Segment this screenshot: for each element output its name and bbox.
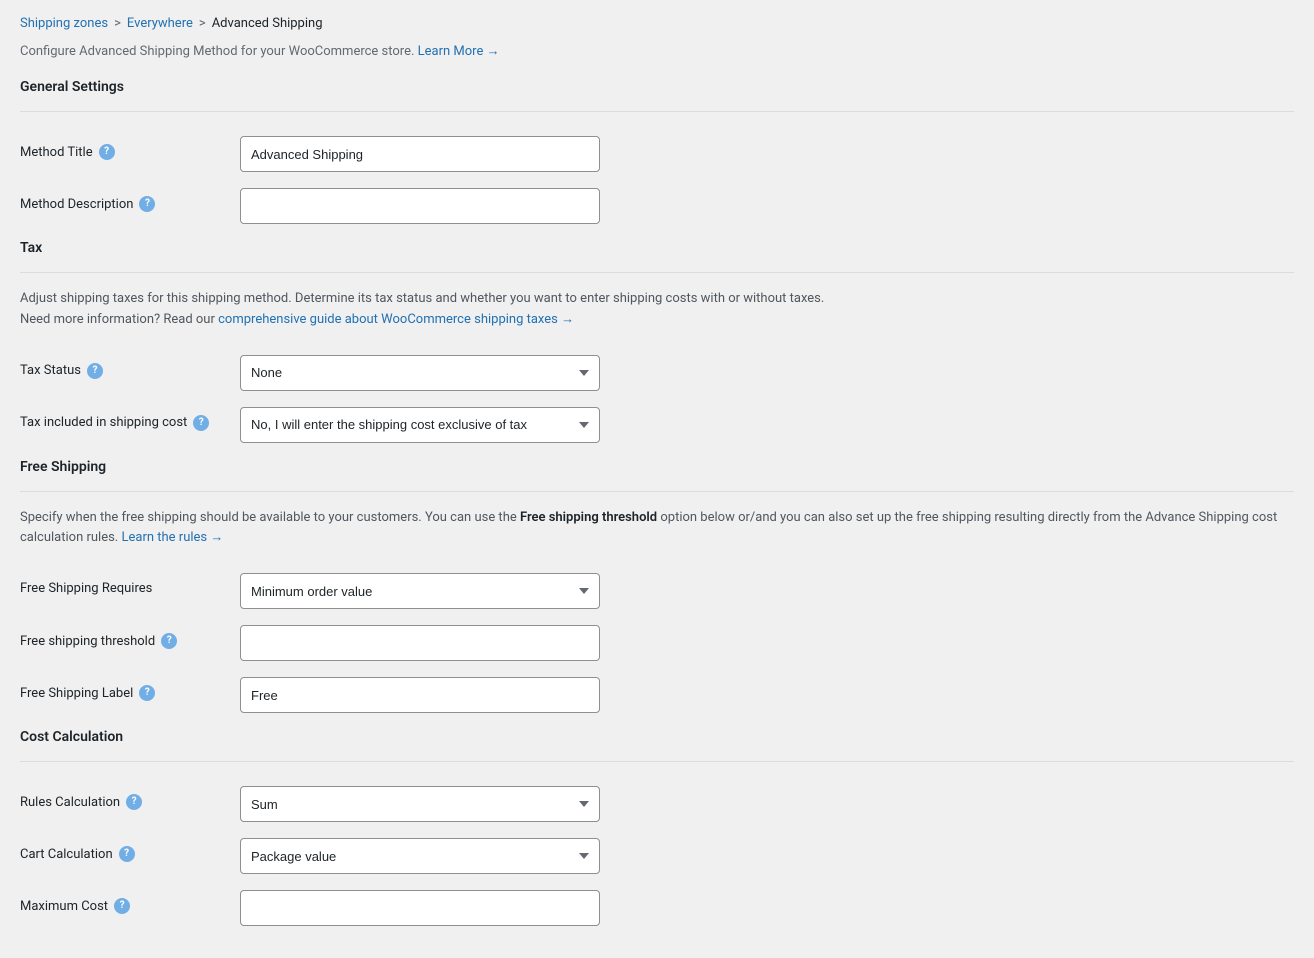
maximum-cost-label: Maximum Cost: [20, 899, 108, 914]
breadcrumb-separator-1: >: [114, 16, 121, 31]
maximum-cost-input[interactable]: [240, 890, 600, 926]
method-description-label-cell: Method Description ?: [20, 188, 240, 212]
free-shipping-requires-label-cell: Free Shipping Requires: [20, 573, 240, 596]
free-shipping-label-label-cell: Free Shipping Label ?: [20, 677, 240, 701]
rules-calculation-field-cell: Sum Average Minimum Maximum: [240, 786, 1294, 822]
method-description-row: Method Description ?: [20, 180, 1294, 232]
general-settings-divider: [20, 111, 1294, 112]
free-shipping-label-field-cell: [240, 677, 1294, 713]
maximum-cost-help-icon[interactable]: ?: [114, 898, 130, 914]
free-shipping-threshold-row: Free shipping threshold ?: [20, 617, 1294, 669]
method-title-help-icon[interactable]: ?: [99, 144, 115, 160]
rules-calculation-help-icon[interactable]: ?: [126, 794, 142, 810]
learn-more-link[interactable]: Learn More →: [418, 44, 500, 59]
tax-status-label: Tax Status: [20, 363, 81, 378]
tax-desc-line2: Need more information? Read our: [20, 312, 215, 327]
maximum-cost-label-cell: Maximum Cost ?: [20, 890, 240, 914]
tax-included-row: Tax included in shipping cost ? No, I wi…: [20, 399, 1294, 451]
tax-desc-line1: Adjust shipping taxes for this shipping …: [20, 291, 824, 306]
tax-included-field-cell: No, I will enter the shipping cost exclu…: [240, 407, 1294, 443]
free-shipping-section: Free Shipping Specify when the free ship…: [20, 459, 1294, 722]
free-shipping-threshold-label-cell: Free shipping threshold ?: [20, 625, 240, 649]
free-shipping-threshold-input[interactable]: [240, 625, 600, 661]
page-subtitle: Configure Advanced Shipping Method for y…: [20, 43, 1294, 59]
general-settings-section: General Settings Method Title ? Method D…: [20, 79, 1294, 232]
free-shipping-label-help-icon[interactable]: ?: [139, 685, 155, 701]
tax-guide-link[interactable]: comprehensive guide about WooCommerce sh…: [218, 312, 574, 327]
free-shipping-desc-bold: Free shipping threshold: [520, 510, 657, 525]
tax-status-row: Tax Status ? None Taxable Not Taxable: [20, 347, 1294, 399]
breadcrumb-current: Advanced Shipping: [212, 16, 323, 31]
tax-section-title: Tax: [20, 240, 1294, 256]
free-shipping-threshold-field-cell: [240, 625, 1294, 661]
free-shipping-desc-text1: Specify when the free shipping should be…: [20, 510, 517, 525]
method-title-label-cell: Method Title ?: [20, 136, 240, 160]
maximum-cost-field-cell: [240, 890, 1294, 926]
tax-status-label-cell: Tax Status ?: [20, 355, 240, 379]
tax-included-label: Tax included in shipping cost: [20, 415, 187, 430]
method-description-help-icon[interactable]: ?: [139, 196, 155, 212]
method-description-input[interactable]: [240, 188, 600, 224]
rules-calculation-label-cell: Rules Calculation ?: [20, 786, 240, 810]
page-wrapper: Shipping zones > Everywhere > Advanced S…: [0, 0, 1314, 958]
cart-calculation-select[interactable]: Package value Cart value: [240, 838, 600, 874]
free-shipping-label-input[interactable]: [240, 677, 600, 713]
cost-calculation-title: Cost Calculation: [20, 729, 1294, 745]
free-shipping-title: Free Shipping: [20, 459, 1294, 475]
free-shipping-divider: [20, 491, 1294, 492]
breadcrumb-separator-2: >: [199, 16, 206, 31]
cost-calculation-section: Cost Calculation Rules Calculation ? Sum…: [20, 729, 1294, 934]
breadcrumb: Shipping zones > Everywhere > Advanced S…: [20, 16, 1294, 31]
method-title-input[interactable]: [240, 136, 600, 172]
rules-calculation-select[interactable]: Sum Average Minimum Maximum: [240, 786, 600, 822]
free-shipping-requires-row: Free Shipping Requires Minimum order val…: [20, 565, 1294, 617]
tax-included-help-icon[interactable]: ?: [193, 415, 209, 431]
free-shipping-label-label: Free Shipping Label: [20, 686, 133, 701]
rules-calculation-row: Rules Calculation ? Sum Average Minimum …: [20, 778, 1294, 830]
tax-status-help-icon[interactable]: ?: [87, 363, 103, 379]
tax-divider: [20, 272, 1294, 273]
free-shipping-requires-select[interactable]: Minimum order value Coupon Minimum order…: [240, 573, 600, 609]
cart-calculation-field-cell: Package value Cart value: [240, 838, 1294, 874]
tax-included-label-cell: Tax included in shipping cost ?: [20, 407, 240, 431]
method-title-field-cell: [240, 136, 1294, 172]
subtitle-text: Configure Advanced Shipping Method for y…: [20, 44, 414, 59]
free-shipping-rules-link[interactable]: Learn the rules →: [121, 530, 223, 545]
cart-calculation-label: Cart Calculation: [20, 847, 113, 862]
method-description-field-cell: [240, 188, 1294, 224]
rules-calculation-label: Rules Calculation: [20, 795, 120, 810]
method-description-label: Method Description: [20, 197, 133, 212]
cost-calculation-divider: [20, 761, 1294, 762]
cart-calculation-help-icon[interactable]: ?: [119, 846, 135, 862]
breadcrumb-shipping-zones-link[interactable]: Shipping zones: [20, 16, 108, 31]
method-title-row: Method Title ?: [20, 128, 1294, 180]
free-shipping-requires-label: Free Shipping Requires: [20, 581, 152, 596]
tax-included-select[interactable]: No, I will enter the shipping cost exclu…: [240, 407, 600, 443]
cart-calculation-label-cell: Cart Calculation ?: [20, 838, 240, 862]
free-shipping-requires-field-cell: Minimum order value Coupon Minimum order…: [240, 573, 1294, 609]
free-shipping-threshold-label: Free shipping threshold: [20, 634, 155, 649]
general-settings-title: General Settings: [20, 79, 1294, 95]
free-shipping-threshold-help-icon[interactable]: ?: [161, 633, 177, 649]
free-shipping-label-row: Free Shipping Label ?: [20, 669, 1294, 721]
breadcrumb-everywhere-link[interactable]: Everywhere: [127, 16, 193, 31]
tax-section: Tax Adjust shipping taxes for this shipp…: [20, 240, 1294, 451]
maximum-cost-row: Maximum Cost ?: [20, 882, 1294, 934]
tax-description: Adjust shipping taxes for this shipping …: [20, 289, 1294, 331]
free-shipping-description: Specify when the free shipping should be…: [20, 508, 1294, 550]
tax-status-select[interactable]: None Taxable Not Taxable: [240, 355, 600, 391]
tax-status-field-cell: None Taxable Not Taxable: [240, 355, 1294, 391]
cart-calculation-row: Cart Calculation ? Package value Cart va…: [20, 830, 1294, 882]
method-title-label: Method Title: [20, 145, 93, 160]
